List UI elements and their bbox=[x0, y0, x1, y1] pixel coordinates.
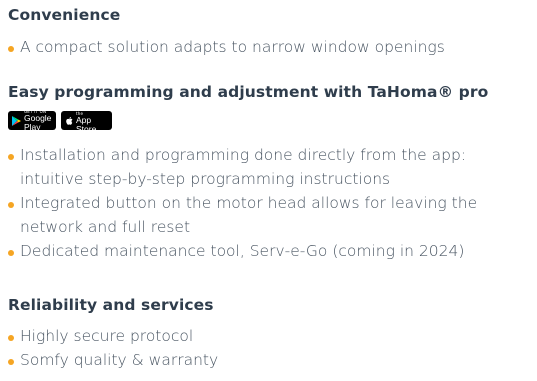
bullet-text: Installation and programming done direct… bbox=[20, 146, 467, 188]
list-item: Somfy quality & warranty bbox=[8, 348, 531, 372]
app-store-badge[interactable]: Download on the App Store bbox=[61, 108, 112, 134]
list-item: Highly secure protocol bbox=[8, 324, 531, 348]
bullet-text: Somfy quality & warranty bbox=[20, 351, 219, 369]
list-item: Integrated button on the motor head allo… bbox=[8, 191, 531, 239]
bullet-text: Integrated button on the motor head allo… bbox=[20, 194, 478, 236]
google-play-icon bbox=[12, 111, 21, 130]
bullet-text: A compact solution adapts to narrow wind… bbox=[20, 38, 445, 56]
programming-list: Installation and programming done direct… bbox=[8, 143, 531, 263]
bullet-dot-icon bbox=[8, 202, 14, 208]
bullet-dot-icon bbox=[8, 46, 14, 52]
apple-icon bbox=[65, 111, 73, 130]
badge-big-text: App Store bbox=[76, 115, 97, 134]
bullet-text: Highly secure protocol bbox=[20, 327, 194, 345]
google-play-badge[interactable]: GET IT ON Google Play bbox=[8, 110, 56, 132]
convenience-list: A compact solution adapts to narrow wind… bbox=[8, 35, 531, 59]
bullet-dot-icon bbox=[8, 335, 14, 341]
bullet-dot-icon bbox=[8, 359, 14, 365]
list-item: Dedicated maintenance tool, Serv-e-Go (c… bbox=[8, 239, 531, 263]
reliability-heading: Reliability and services bbox=[8, 296, 214, 314]
convenience-heading: Convenience bbox=[8, 6, 121, 24]
feature-page: Convenience A compact solution adapts to… bbox=[0, 0, 537, 381]
bullet-dot-icon bbox=[8, 250, 14, 256]
badge-big-text: Google Play bbox=[24, 113, 52, 132]
reliability-list: Highly secure protocol Somfy quality & w… bbox=[8, 324, 531, 372]
list-item: Installation and programming done direct… bbox=[8, 143, 531, 191]
bullet-text: Dedicated maintenance tool, Serv-e-Go (c… bbox=[20, 242, 465, 260]
bullet-dot-icon bbox=[8, 154, 14, 160]
app-store-badges: GET IT ON Google Play Download on the Ap… bbox=[8, 108, 112, 134]
list-item: A compact solution adapts to narrow wind… bbox=[8, 35, 531, 59]
programming-heading: Easy programming and adjustment with TaH… bbox=[8, 83, 489, 101]
